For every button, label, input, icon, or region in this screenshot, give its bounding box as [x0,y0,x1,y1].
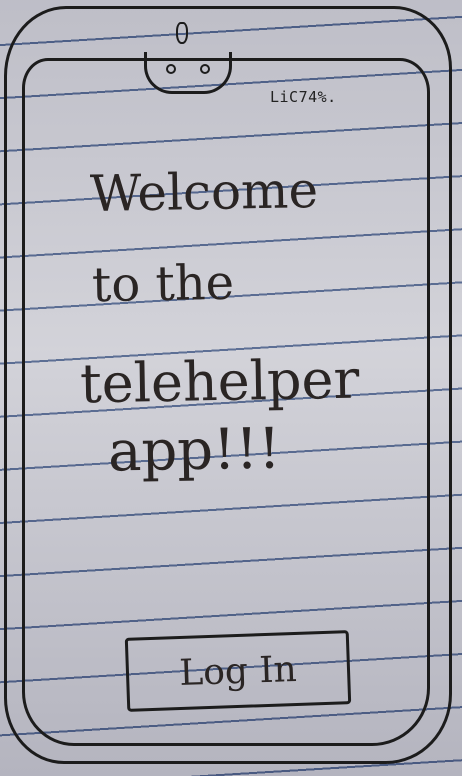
notch [144,52,232,94]
status-bar-battery: LiC74%. [270,88,337,106]
welcome-text-line-2: to the [91,254,235,314]
login-button[interactable]: Log In [124,630,352,712]
sensor-icon [200,64,210,74]
camera-icon [166,64,176,74]
welcome-text-line-3: telehelper [79,347,360,416]
welcome-text-line-1: Welcome [89,161,319,223]
welcome-text-line-4: app!!! [107,416,282,485]
speaker-icon [176,22,188,44]
